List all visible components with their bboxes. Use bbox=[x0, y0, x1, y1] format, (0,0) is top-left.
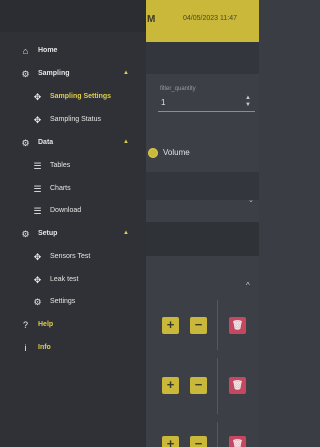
filter-quantity-underline bbox=[158, 111, 255, 112]
navigation-drawer: ⌂ Home ⚙ Sampling ▲ ✥ Sampling Settings … bbox=[0, 0, 146, 447]
nav-item-label: Help bbox=[38, 321, 54, 328]
help-icon: ? bbox=[22, 320, 28, 330]
remove-button[interactable]: − bbox=[190, 436, 207, 447]
nav-item-label: Setup bbox=[38, 230, 58, 237]
remove-button[interactable]: − bbox=[190, 317, 207, 334]
move-icon: ✥ bbox=[33, 275, 42, 285]
nav-item-info[interactable]: i Info bbox=[0, 338, 146, 360]
nav-item-label: Home bbox=[38, 47, 58, 54]
nav-item-charts[interactable]: ☰ Charts bbox=[0, 179, 146, 201]
volume-radio-label: Volume bbox=[163, 148, 190, 157]
nav-item-home[interactable]: ⌂ Home bbox=[0, 41, 146, 63]
nav-item-label: Sensors Test bbox=[50, 253, 91, 260]
volume-radio[interactable] bbox=[148, 148, 158, 158]
chevron-up-icon[interactable]: ▲ bbox=[123, 139, 129, 145]
expand-chevron-icon[interactable]: ⌄ bbox=[248, 197, 254, 204]
nav-item-label: Sampling bbox=[38, 70, 70, 77]
add-button[interactable]: + bbox=[162, 317, 179, 334]
delete-button[interactable]: 🗑 bbox=[229, 377, 246, 394]
nav-item-data[interactable]: ⚙ Data ▲ bbox=[0, 133, 146, 155]
filter-quantity-input[interactable]: 1 bbox=[161, 98, 165, 107]
nav-item-label: Tables bbox=[50, 162, 71, 169]
nav-item-tables[interactable]: ☰ Tables bbox=[0, 156, 146, 178]
gear-icon: ⚙ bbox=[21, 229, 30, 239]
quantity-stepper[interactable]: ▲ ▼ bbox=[245, 95, 251, 109]
delete-button[interactable]: 🗑 bbox=[229, 317, 246, 334]
nav-item-label: Charts bbox=[50, 185, 71, 192]
stepper-down-icon[interactable]: ▼ bbox=[245, 102, 251, 109]
move-icon: ✥ bbox=[33, 115, 42, 125]
remove-button[interactable]: − bbox=[190, 377, 207, 394]
list-icon: ☰ bbox=[33, 206, 42, 216]
filter-quantity-label: filter_quantity bbox=[160, 86, 196, 92]
row-divider bbox=[217, 358, 218, 414]
chevron-up-icon[interactable]: ▲ bbox=[123, 230, 129, 236]
header-title-fragment: M bbox=[147, 14, 156, 25]
row-divider bbox=[217, 422, 218, 447]
gear-icon: ⚙ bbox=[33, 297, 42, 307]
header-datetime: 04/05/2023 11:47 bbox=[183, 15, 237, 22]
info-icon: i bbox=[24, 343, 27, 353]
nav-item-label: Data bbox=[38, 139, 54, 146]
nav-item-settings[interactable]: ⚙ Settings bbox=[0, 292, 146, 314]
list-icon: ☰ bbox=[33, 184, 42, 194]
nav-item-leak-test[interactable]: ✥ Leak test bbox=[0, 270, 146, 292]
chevron-up-icon[interactable]: ▲ bbox=[123, 70, 129, 76]
drawer-header bbox=[0, 0, 146, 32]
nav-item-label: Sampling Settings bbox=[50, 93, 112, 100]
row-divider bbox=[217, 300, 218, 350]
home-icon: ⌂ bbox=[22, 46, 29, 56]
delete-button[interactable]: 🗑 bbox=[229, 436, 246, 447]
nav-item-label: Leak test bbox=[50, 276, 79, 283]
move-icon: ✥ bbox=[33, 92, 42, 102]
list-icon: ☰ bbox=[33, 161, 42, 171]
move-icon: ✥ bbox=[33, 252, 42, 262]
nav-item-setup[interactable]: ⚙ Setup ▲ bbox=[0, 224, 146, 246]
gear-icon: ⚙ bbox=[21, 69, 30, 79]
nav-item-sampling-status[interactable]: ✥ Sampling Status bbox=[0, 110, 146, 132]
add-button[interactable]: + bbox=[162, 377, 179, 394]
nav-item-help[interactable]: ? Help bbox=[0, 315, 146, 337]
nav-item-sampling[interactable]: ⚙ Sampling ▲ bbox=[0, 64, 146, 86]
nav-item-label: Info bbox=[38, 344, 51, 351]
add-button[interactable]: + bbox=[162, 436, 179, 447]
stepper-up-icon[interactable]: ▲ bbox=[245, 95, 251, 102]
nav-item-sensors-test[interactable]: ✥ Sensors Test bbox=[0, 247, 146, 269]
gear-icon: ⚙ bbox=[21, 138, 30, 148]
nav-item-label: Settings bbox=[50, 298, 76, 305]
nav-item-sampling-settings[interactable]: ✥ Sampling Settings bbox=[0, 87, 146, 109]
collapse-chevron-icon[interactable]: ^ bbox=[246, 281, 250, 290]
nav-item-label: Download bbox=[50, 207, 82, 214]
nav-item-label: Sampling Status bbox=[50, 116, 101, 123]
nav-item-download[interactable]: ☰ Download bbox=[0, 201, 146, 223]
